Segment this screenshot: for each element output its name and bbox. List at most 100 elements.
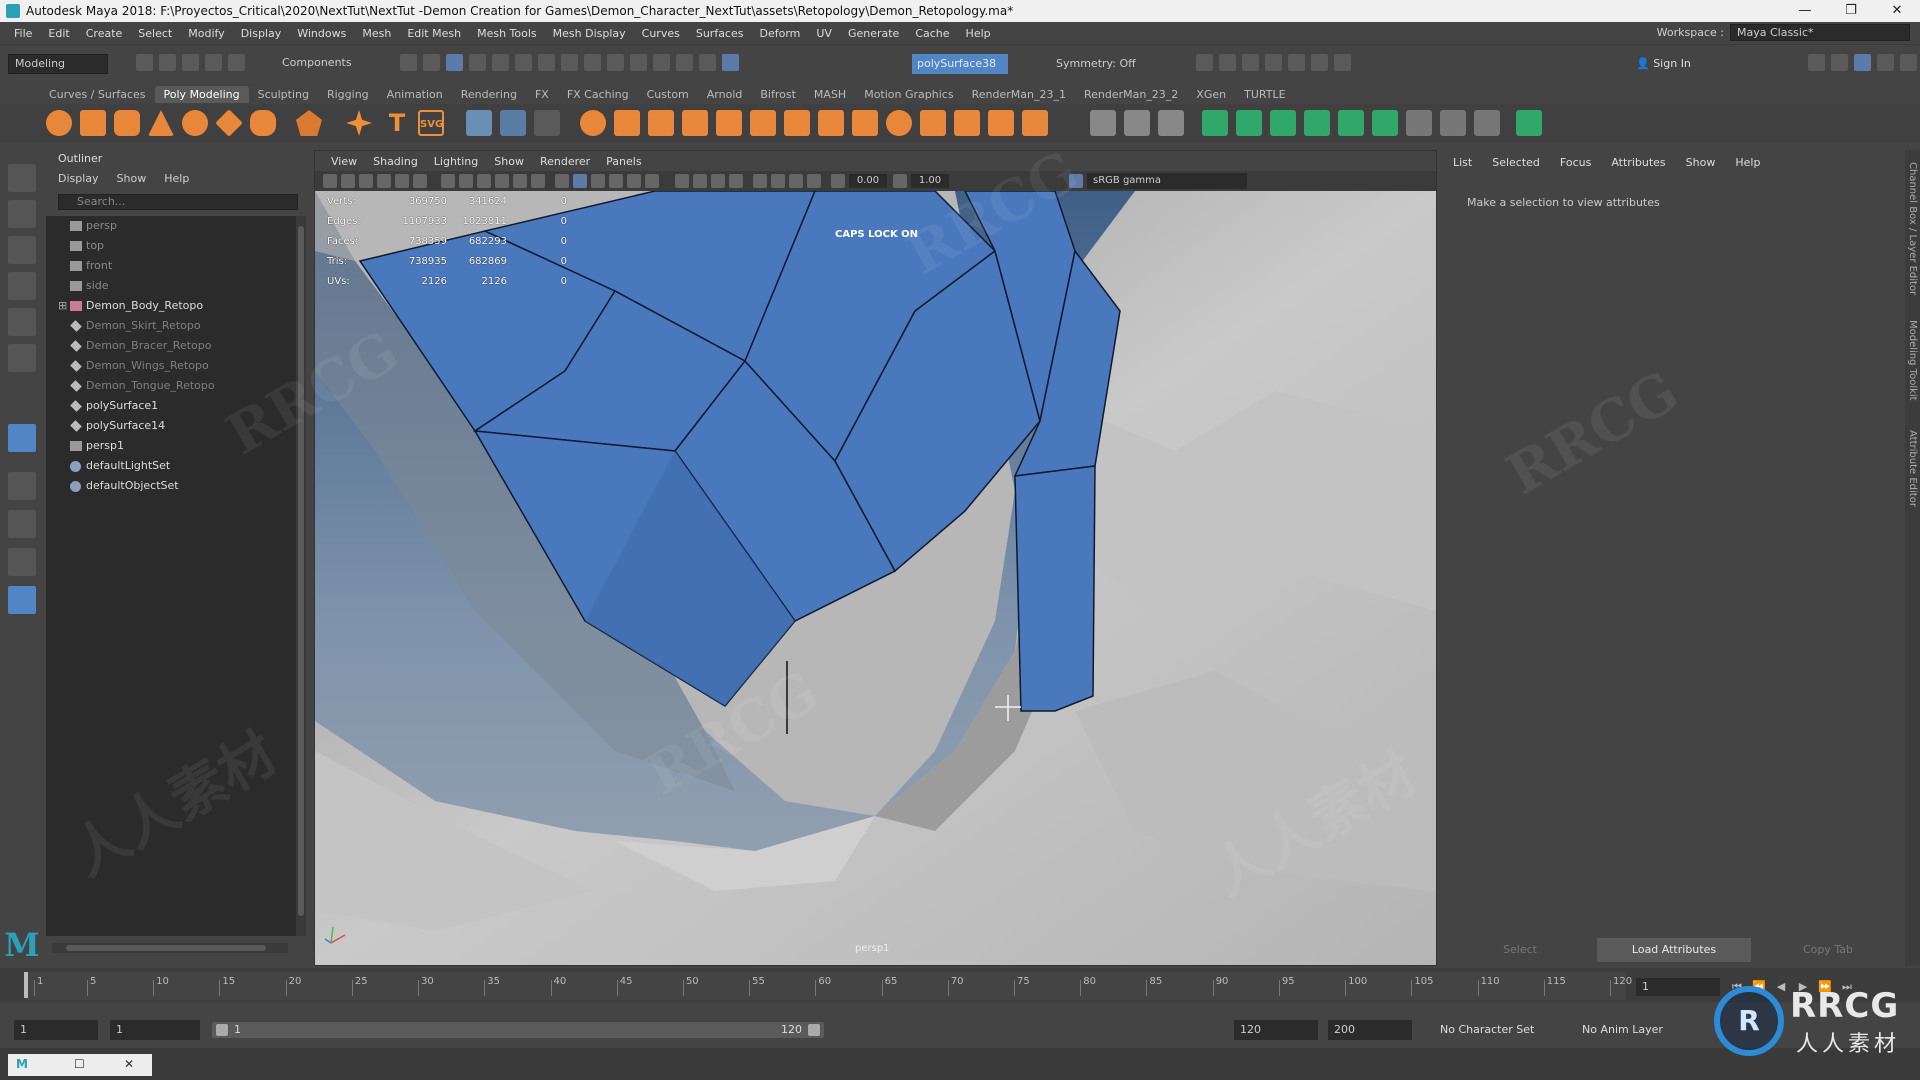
- shelf-tab-curves-surfaces[interactable]: Curves / Surfaces: [40, 86, 155, 103]
- playback-start-field[interactable]: 1: [110, 1020, 200, 1040]
- cylindrical-map-icon[interactable]: [1270, 110, 1296, 136]
- svg-tool-icon[interactable]: SVG: [418, 110, 444, 136]
- shelf-tab-rigging[interactable]: Rigging: [318, 86, 378, 103]
- undo-icon[interactable]: [205, 54, 222, 71]
- ae-menu-selected[interactable]: Selected: [1492, 156, 1540, 169]
- poly-sphere-icon[interactable]: [46, 110, 72, 136]
- menu-file[interactable]: File: [6, 27, 40, 40]
- menu-modify[interactable]: Modify: [180, 27, 232, 40]
- mask-misc-icon[interactable]: [561, 54, 578, 71]
- channel-box-icon[interactable]: [1900, 54, 1917, 71]
- save-scene-icon[interactable]: [182, 54, 199, 71]
- snap-view-icon[interactable]: [676, 54, 693, 71]
- poly-disc-icon[interactable]: [250, 110, 276, 136]
- ae-select-button[interactable]: Select: [1443, 938, 1597, 962]
- outliner-vertical-scrollbar[interactable]: [296, 216, 306, 936]
- tool-settings-icon[interactable]: [1877, 54, 1894, 71]
- side-tab-channel-box[interactable]: Channel Box / Layer Editor: [1907, 162, 1918, 295]
- close-cmd-icon[interactable]: ✕: [124, 1057, 134, 1071]
- exposure-icon[interactable]: [831, 174, 845, 188]
- gamma-field[interactable]: 1.00: [911, 174, 949, 188]
- menu-display[interactable]: Display: [233, 27, 290, 40]
- menu-edit[interactable]: Edit: [40, 27, 77, 40]
- xray-joints-icon[interactable]: [789, 174, 803, 188]
- expand-icon[interactable]: ⊞: [58, 296, 67, 316]
- snap-curve-icon[interactable]: [630, 54, 647, 71]
- gamma-icon[interactable]: [893, 174, 907, 188]
- lock-icon[interactable]: [584, 54, 601, 71]
- four-view-layout-icon[interactable]: [8, 472, 36, 500]
- planar-map-icon[interactable]: [1236, 110, 1262, 136]
- depth-of-field-icon[interactable]: [729, 174, 743, 188]
- gate-mask-icon[interactable]: [495, 174, 509, 188]
- ipr-render-icon[interactable]: [1219, 54, 1236, 71]
- shadows-icon[interactable]: [645, 174, 659, 188]
- sign-in-button[interactable]: 👤 Sign In: [1636, 54, 1746, 74]
- viewport-menu-shading[interactable]: Shading: [365, 155, 426, 168]
- cut-uv-icon[interactable]: [1406, 110, 1432, 136]
- shelf-tab-fx-caching[interactable]: FX Caching: [558, 86, 638, 103]
- menu-select[interactable]: Select: [130, 27, 180, 40]
- booleans-icon[interactable]: [580, 110, 606, 136]
- quad-draw-icon[interactable]: [886, 110, 912, 136]
- viewport-menu-lighting[interactable]: Lighting: [426, 155, 486, 168]
- xray-components-icon[interactable]: [807, 174, 821, 188]
- extrude-icon[interactable]: [614, 110, 640, 136]
- wireframe-on-shaded-icon[interactable]: [591, 174, 605, 188]
- playback-end-field[interactable]: 120: [1234, 1020, 1318, 1040]
- platonic-solid-icon[interactable]: [296, 110, 322, 136]
- animation-end-field[interactable]: 200: [1328, 1020, 1412, 1040]
- exposure-field[interactable]: 0.00: [849, 174, 887, 188]
- mask-edge-icon[interactable]: [492, 54, 509, 71]
- snap-point-icon[interactable]: [653, 54, 670, 71]
- lock-camera-icon[interactable]: [341, 174, 355, 188]
- attribute-editor-icon[interactable]: [1854, 54, 1871, 71]
- view-transform-dropdown[interactable]: sRGB gamma: [1087, 173, 1247, 189]
- target-weld-icon[interactable]: [920, 110, 946, 136]
- poly-torus-icon[interactable]: [182, 110, 208, 136]
- modeling-toolkit-icon[interactable]: [1808, 54, 1825, 71]
- outliner-menu-show[interactable]: Show: [117, 172, 147, 185]
- current-frame-marker[interactable]: [24, 972, 28, 998]
- smooth-icon[interactable]: [534, 110, 560, 136]
- menu-surfaces[interactable]: Surfaces: [688, 27, 752, 40]
- shelf-tab-turtle[interactable]: TURTLE: [1235, 86, 1294, 103]
- outliner-item[interactable]: ⊞ Demon_Body_Retopo: [46, 296, 296, 316]
- separate-icon[interactable]: [500, 110, 526, 136]
- shelf-tab-rendering[interactable]: Rendering: [452, 86, 526, 103]
- viewport-menu-show[interactable]: Show: [486, 155, 532, 168]
- menu-uv[interactable]: UV: [808, 27, 840, 40]
- spherical-map-icon[interactable]: [1304, 110, 1330, 136]
- menu-set-dropdown[interactable]: Modeling: [8, 54, 108, 74]
- viewport-menu-renderer[interactable]: Renderer: [532, 155, 598, 168]
- persp-outliner-layout-icon[interactable]: [8, 548, 36, 576]
- maximize-button[interactable]: ❐: [1828, 0, 1874, 22]
- maximize-cmd-icon[interactable]: ☐: [74, 1057, 85, 1071]
- make-hole-icon[interactable]: [784, 110, 810, 136]
- paint-select-tool-icon[interactable]: [8, 236, 36, 264]
- scale-tool-icon[interactable]: [8, 344, 36, 372]
- outliner-menu-help[interactable]: Help: [164, 172, 189, 185]
- outliner-item[interactable]: defaultLightSet: [46, 456, 296, 476]
- wireframe-icon[interactable]: [555, 174, 569, 188]
- outliner-item[interactable]: side: [46, 276, 296, 296]
- field-chart-icon[interactable]: [513, 174, 527, 188]
- resolution-gate-icon[interactable]: [477, 174, 491, 188]
- insert-edge-loop-icon[interactable]: [852, 110, 878, 136]
- use-all-lights-icon[interactable]: [627, 174, 641, 188]
- move-tool-icon[interactable]: [8, 272, 36, 300]
- outliner-item[interactable]: defaultObjectSet: [46, 476, 296, 496]
- unfold-icon[interactable]: [1372, 110, 1398, 136]
- shelf-tab-renderman-23-1[interactable]: RenderMan_23_1: [963, 86, 1075, 103]
- lasso-tool-icon[interactable]: [8, 200, 36, 228]
- menu-create[interactable]: Create: [78, 27, 131, 40]
- viewport-menu-view[interactable]: View: [323, 155, 365, 168]
- animation-start-field[interactable]: 1: [14, 1020, 98, 1040]
- outliner-item[interactable]: Demon_Bracer_Retopo: [46, 336, 296, 356]
- collapse-icon[interactable]: [954, 110, 980, 136]
- select-hierarchy-icon[interactable]: [400, 54, 417, 71]
- outliner-item[interactable]: top: [46, 236, 296, 256]
- time-slider-track[interactable]: 1 5 10 15 20 25 30 35 40 45 50 55 60 65 70 75 80 85 90 95 10…: [26, 972, 1632, 1000]
- snap-live-icon[interactable]: [699, 54, 716, 71]
- super-shape-icon[interactable]: [346, 110, 372, 136]
